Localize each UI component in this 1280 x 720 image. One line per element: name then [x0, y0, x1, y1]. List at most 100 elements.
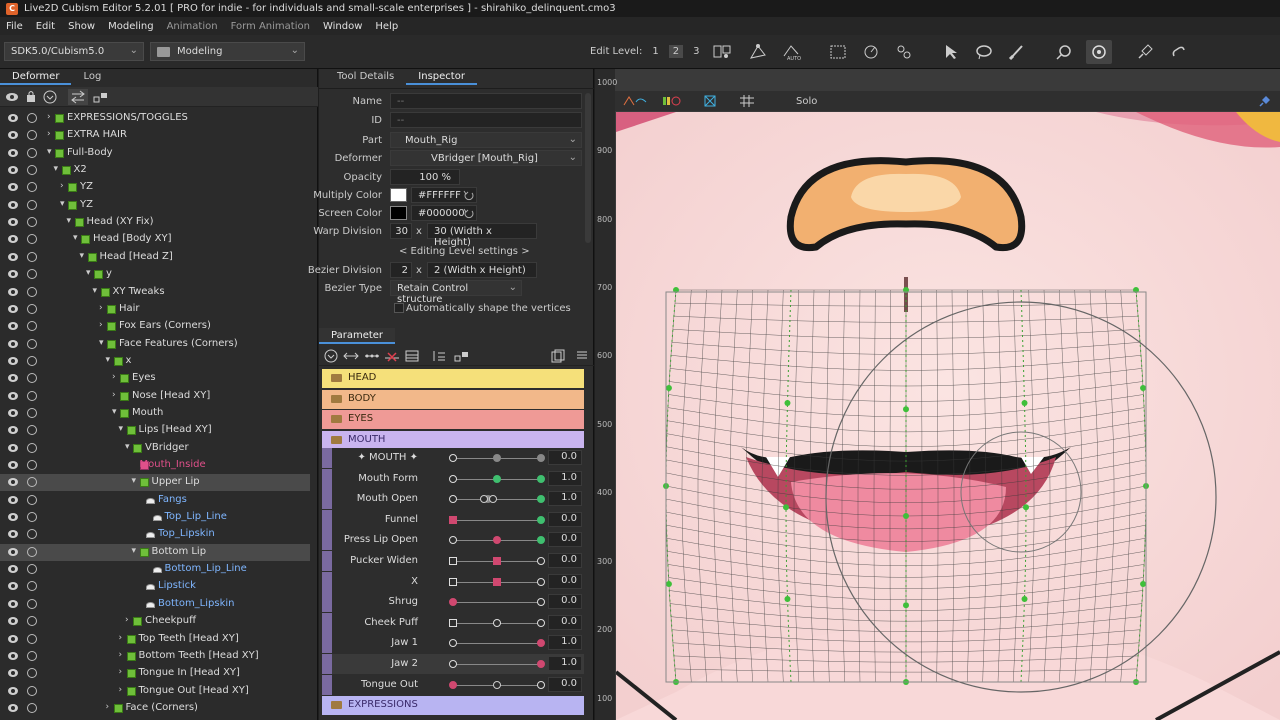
- lock-ring-icon[interactable]: [27, 616, 37, 627]
- param-value-field[interactable]: 0.0: [548, 532, 582, 548]
- pin-icon[interactable]: [1136, 43, 1156, 61]
- tree-item[interactable]: › Nose [Head XY]: [0, 388, 310, 405]
- visibility-eye-icon[interactable]: [8, 547, 18, 556]
- collapse-circle-icon[interactable]: [43, 90, 57, 104]
- lock-ring-icon[interactable]: [27, 598, 37, 609]
- visibility-eye-icon[interactable]: [8, 374, 18, 383]
- visibility-eye-icon[interactable]: [8, 513, 18, 522]
- visibility-eye-icon[interactable]: [8, 617, 18, 626]
- lock-ring-icon[interactable]: [27, 373, 37, 384]
- lock-ring-icon[interactable]: [27, 529, 37, 540]
- tree-item[interactable]: › Fox Ears (Corners): [0, 318, 310, 335]
- param-value-field[interactable]: 0.0: [548, 553, 582, 568]
- visibility-eye-icon[interactable]: [8, 235, 18, 244]
- visibility-eye-icon[interactable]: [8, 166, 18, 175]
- edit-level-3[interactable]: 3: [693, 46, 699, 57]
- transform-icon[interactable]: [1054, 43, 1074, 61]
- tree-item[interactable]: Bottom_Lipskin: [0, 596, 310, 613]
- lock-ring-icon[interactable]: [27, 113, 37, 123]
- menu-file[interactable]: File: [6, 21, 23, 32]
- visibility-eye-icon[interactable]: [8, 599, 18, 608]
- visibility-eye-icon[interactable]: [8, 426, 18, 435]
- workspace-mode-dropdown[interactable]: Modeling ⌄: [150, 42, 305, 61]
- opacity-field[interactable]: 100 %: [390, 169, 460, 185]
- control-point[interactable]: [665, 581, 672, 587]
- visibility-eye-icon[interactable]: [8, 634, 18, 643]
- tab-tool-details[interactable]: Tool Details: [325, 69, 406, 85]
- bezier-type-dropdown[interactable]: Retain Control structure ⌄: [390, 280, 522, 305]
- lock-ring-icon[interactable]: [27, 182, 37, 193]
- deformer-panel-icon[interactable]: [712, 43, 732, 61]
- tree-item[interactable]: Top_Lipskin: [0, 526, 310, 543]
- chevron-right-icon[interactable]: ›: [112, 372, 116, 382]
- chevron-down-icon[interactable]: ▾: [93, 286, 98, 296]
- menu-form-animation[interactable]: Form Animation: [231, 21, 310, 32]
- visibility-eye-icon[interactable]: [8, 703, 18, 712]
- tab-deformer[interactable]: Deformer: [0, 69, 72, 85]
- chevron-right-icon[interactable]: ›: [119, 685, 123, 695]
- tree-item[interactable]: › Tongue In [Head XY]: [0, 665, 310, 682]
- param-lock-icon[interactable]: [453, 349, 469, 363]
- chevron-down-icon[interactable]: ▾: [125, 442, 130, 452]
- pin-view-icon[interactable]: [1259, 95, 1271, 107]
- reset-icon[interactable]: [463, 190, 474, 201]
- auto-shape-checkbox[interactable]: [394, 303, 404, 313]
- lock-ring-icon[interactable]: [27, 234, 37, 245]
- bezier-height-field[interactable]: 2 (Width x Height): [427, 262, 537, 278]
- lock-ring-icon[interactable]: [27, 581, 37, 592]
- lock-ring-icon[interactable]: [27, 269, 37, 280]
- swap-order-button[interactable]: [68, 89, 88, 105]
- param-slider-knob[interactable]: [493, 577, 501, 586]
- control-point[interactable]: [903, 513, 909, 519]
- lasso-icon[interactable]: [974, 43, 994, 61]
- param-group-mouth[interactable]: MOUTH: [322, 430, 584, 450]
- menu-show[interactable]: Show: [68, 21, 95, 32]
- edit-level-1[interactable]: 1: [652, 46, 658, 57]
- visibility-eye-icon[interactable]: [8, 287, 18, 296]
- lock-ring-icon[interactable]: [27, 512, 37, 523]
- param-slider-knob[interactable]: [493, 454, 501, 462]
- param-slider-track[interactable]: [453, 643, 541, 645]
- deformer-dropdown[interactable]: VBridger [Mouth_Rig] ⌄: [390, 150, 582, 166]
- param-slider-track[interactable]: [453, 499, 541, 501]
- chevron-down-icon[interactable]: ▾: [99, 338, 104, 348]
- param-group-eyes[interactable]: EYES: [322, 410, 584, 429]
- chevron-down-icon[interactable]: ▾: [132, 476, 137, 486]
- param-value-field[interactable]: 0.0: [548, 450, 582, 465]
- lock-ring-icon[interactable]: [27, 165, 37, 176]
- lock-ring-icon[interactable]: [27, 199, 37, 210]
- chevron-down-icon[interactable]: ▾: [132, 546, 137, 556]
- control-point[interactable]: [903, 602, 909, 609]
- tree-item[interactable]: ▾ Head [Body XY]: [0, 231, 310, 248]
- chevron-down-icon[interactable]: ▾: [54, 164, 59, 174]
- visibility-eye-icon[interactable]: [8, 252, 18, 261]
- lock-ring-icon[interactable]: [27, 147, 37, 158]
- param-value-field[interactable]: 0.0: [548, 594, 582, 610]
- visibility-eye-icon[interactable]: [8, 218, 18, 227]
- lock-ring-icon[interactable]: [27, 564, 37, 575]
- lock-ring-icon[interactable]: [27, 494, 37, 505]
- show-parts-icon[interactable]: [661, 94, 683, 108]
- control-point[interactable]: [784, 596, 791, 602]
- visibility-eye-icon[interactable]: [8, 686, 18, 695]
- chevron-down-icon[interactable]: ▾: [60, 199, 65, 209]
- lock-ring-icon[interactable]: [27, 650, 37, 661]
- visibility-eye-icon[interactable]: [8, 339, 18, 348]
- lock-ring-icon[interactable]: [27, 355, 37, 366]
- menu-modeling[interactable]: Modeling: [108, 21, 154, 32]
- tree-item[interactable]: › Eyes: [0, 370, 310, 387]
- fit-view-icon[interactable]: [703, 94, 717, 108]
- three-point-icon[interactable]: [364, 350, 380, 362]
- tree-item[interactable]: ▾ Face Features (Corners): [0, 336, 310, 353]
- tree-item[interactable]: › YZ: [0, 179, 310, 196]
- visibility-eye-icon[interactable]: [8, 322, 18, 331]
- tree-item[interactable]: › Tongue Out [Head XY]: [0, 683, 310, 700]
- tree-item[interactable]: › EXTRA HAIR: [0, 127, 310, 144]
- param-slider-knob[interactable]: [493, 474, 501, 483]
- param-value-field[interactable]: 1.0: [548, 656, 582, 671]
- tree-item[interactable]: ▾ X2: [0, 162, 310, 179]
- grid-toggle-icon[interactable]: [739, 94, 755, 108]
- tree-item[interactable]: ▾ Mouth: [0, 405, 310, 422]
- chevron-right-icon[interactable]: ›: [99, 320, 103, 330]
- visibility-eye-icon[interactable]: [8, 669, 18, 678]
